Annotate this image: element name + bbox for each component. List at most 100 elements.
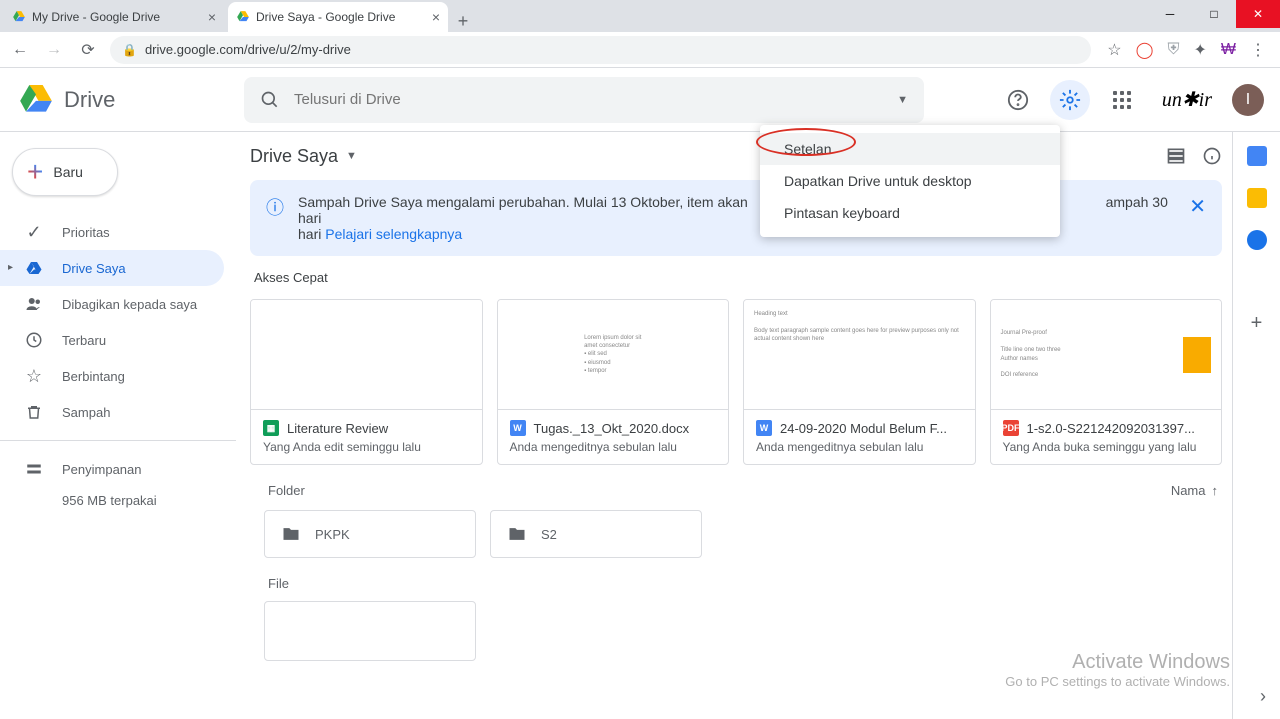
info-icon: ⓘ <box>266 194 284 220</box>
sidebar-item-priority[interactable]: ✓ Prioritas <box>0 214 224 250</box>
sheets-icon: ▦ <box>263 420 279 436</box>
file-thumbnail: Journal Pre-proofTitle line one two thre… <box>991 300 1222 410</box>
tab-title: Drive Saya - Google Drive <box>256 10 395 24</box>
pdf-icon: PDF <box>1003 420 1019 436</box>
extension-icon[interactable]: ⛨ <box>1167 41 1179 59</box>
plus-icon: + <box>27 156 43 188</box>
folder-name: S2 <box>541 527 557 542</box>
sidebar-item-trash[interactable]: Sampah <box>0 394 224 430</box>
sidebar-item-shared[interactable]: Dibagikan kepada saya <box>0 286 224 322</box>
file-subtitle: Yang Anda buka seminggu yang lalu <box>1003 440 1210 454</box>
folder-item[interactable]: S2 <box>490 510 702 558</box>
apps-button[interactable] <box>1102 80 1142 120</box>
url-field[interactable]: 🔒 drive.google.com/drive/u/2/my-drive <box>110 36 1091 64</box>
storage-usage: 956 MB terpakai <box>0 487 236 508</box>
banner-link[interactable]: Pelajari selengkapnya <box>325 226 462 242</box>
drive-icon <box>12 10 26 24</box>
folder-heading: Folder <box>268 483 305 498</box>
sort-control[interactable]: Nama ↑ <box>1171 483 1218 498</box>
file-thumbnail <box>251 300 482 410</box>
quick-access-card[interactable]: Lorem ipsum dolor sitamet consectetur▪ e… <box>497 299 730 465</box>
quick-access-heading: Akses Cepat <box>254 270 1218 285</box>
trash-icon <box>24 403 44 421</box>
chevron-right-icon[interactable]: ▸ <box>8 262 13 273</box>
sidebar-item-label: Terbaru <box>62 333 106 348</box>
extensions-icon[interactable]: ✦ <box>1193 40 1206 60</box>
search-input[interactable] <box>294 91 883 108</box>
chevron-down-icon[interactable]: ▼ <box>346 150 357 162</box>
close-icon[interactable]: × <box>208 9 216 25</box>
file-item[interactable] <box>264 601 476 661</box>
sidebar-item-recent[interactable]: Terbaru <box>0 322 224 358</box>
forward-button[interactable]: → <box>42 38 66 62</box>
storage-icon <box>24 460 44 478</box>
dropdown-item-shortcuts[interactable]: Pintasan keyboard <box>760 197 1060 229</box>
drive-icon <box>24 259 44 277</box>
location-title[interactable]: Drive Saya <box>250 146 338 167</box>
sidebar-item-label: Dibagikan kepada saya <box>62 297 197 312</box>
account-avatar[interactable]: I <box>1232 84 1264 116</box>
folder-icon <box>507 524 527 544</box>
sidebar-item-mydrive[interactable]: Drive Saya <box>0 250 224 286</box>
sidebar: + Baru ✓ Prioritas ▸ Drive Saya Dibagika… <box>0 132 236 719</box>
add-addon-icon[interactable]: + <box>1251 312 1263 335</box>
sidebar-item-starred[interactable]: ☆ Berbintang <box>0 358 224 394</box>
quick-access-row: ▦Literature Review Yang Anda edit seming… <box>250 299 1222 465</box>
priority-icon: ✓ <box>24 222 44 243</box>
folder-icon <box>281 524 301 544</box>
folder-header: Folder Nama ↑ <box>250 483 1222 498</box>
dropdown-item-settings[interactable]: Setelan <box>760 133 1060 165</box>
window-close[interactable]: ✕ <box>1236 0 1280 28</box>
drive-logo-text: Drive <box>64 87 115 113</box>
new-button[interactable]: + Baru <box>12 148 118 196</box>
settings-button[interactable] <box>1050 80 1090 120</box>
browser-tab-active[interactable]: Drive Saya - Google Drive × <box>228 2 448 32</box>
drive-icon <box>236 10 250 24</box>
drive-icon <box>16 80 56 120</box>
window-maximize[interactable]: □ <box>1192 0 1236 28</box>
close-icon[interactable]: ✕ <box>1189 194 1206 219</box>
browser-tab[interactable]: My Drive - Google Drive × <box>4 2 224 32</box>
tab-title: My Drive - Google Drive <box>32 10 160 24</box>
search-icon <box>260 90 280 110</box>
support-button[interactable] <box>998 80 1038 120</box>
list-view-icon[interactable] <box>1166 146 1186 166</box>
quick-access-card[interactable]: ▦Literature Review Yang Anda edit seming… <box>250 299 483 465</box>
new-button-label: Baru <box>53 164 83 180</box>
dropdown-item-desktop[interactable]: Dapatkan Drive untuk desktop <box>760 165 1060 197</box>
close-icon[interactable]: × <box>432 9 440 25</box>
keep-icon[interactable] <box>1247 188 1267 208</box>
banner-text: Mulai 13 Oktober, item akan <box>570 194 748 210</box>
bookmark-icon[interactable]: ☆ <box>1107 40 1121 60</box>
sidebar-item-storage[interactable]: Penyimpanan <box>0 451 224 487</box>
extension-icon[interactable]: ◯ <box>1136 40 1154 60</box>
docs-icon: W <box>756 420 772 436</box>
browser-menu-icon[interactable]: ⋮ <box>1250 40 1266 60</box>
file-subtitle: Yang Anda edit seminggu lalu <box>263 440 470 454</box>
file-name: 1-s2.0-S221242092031397... <box>1027 421 1195 436</box>
calendar-icon[interactable] <box>1247 146 1267 166</box>
quick-access-card[interactable]: Heading textBody text paragraph sample c… <box>743 299 976 465</box>
extension-icon[interactable]: ₩ <box>1221 41 1236 59</box>
docs-icon: W <box>510 420 526 436</box>
sidebar-item-label: Prioritas <box>62 225 110 240</box>
expand-sidepanel-icon[interactable]: › <box>1260 686 1266 707</box>
people-icon <box>24 295 44 313</box>
banner-bold: Sampah Drive Saya mengalami perubahan. <box>298 194 570 210</box>
window-minimize[interactable]: ─ <box>1148 0 1192 28</box>
sidebar-item-label: Penyimpanan <box>62 462 142 477</box>
address-bar: ← → ⟳ 🔒 drive.google.com/drive/u/2/my-dr… <box>0 32 1280 68</box>
tasks-icon[interactable] <box>1247 230 1267 250</box>
file-name: 24-09-2020 Modul Belum F... <box>780 421 947 436</box>
new-tab-button[interactable]: + <box>448 11 478 32</box>
folder-item[interactable]: PKPK <box>264 510 476 558</box>
search-box[interactable]: ▼ <box>244 77 924 123</box>
drive-logo[interactable]: Drive <box>16 80 236 120</box>
file-thumbnail: Heading textBody text paragraph sample c… <box>744 300 975 410</box>
search-options-icon[interactable]: ▼ <box>897 94 908 106</box>
reload-button[interactable]: ⟳ <box>76 38 100 62</box>
quick-access-card[interactable]: Journal Pre-proofTitle line one two thre… <box>990 299 1223 465</box>
back-button[interactable]: ← <box>8 38 32 62</box>
file-subtitle: Anda mengeditnya sebulan lalu <box>510 440 717 454</box>
details-icon[interactable] <box>1202 146 1222 166</box>
